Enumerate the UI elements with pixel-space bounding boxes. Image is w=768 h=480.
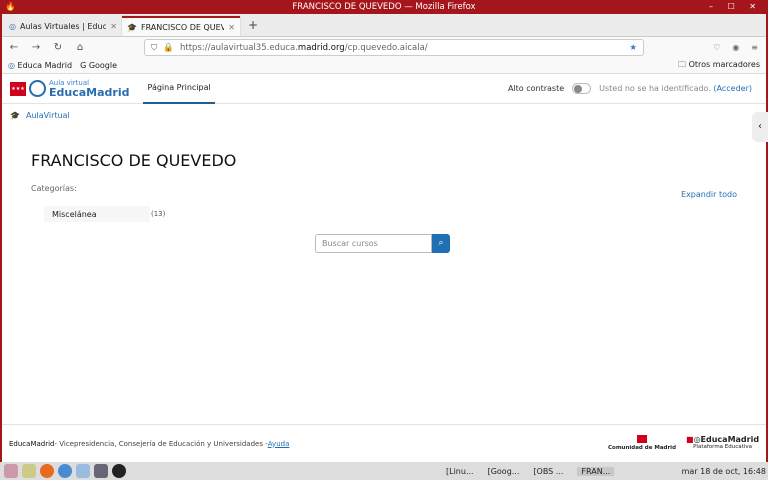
categories-label: Categorías: — [31, 184, 77, 193]
bookmarks-bar: ◎ Educa Madrid G Google 🗀 Otros marcador… — [2, 58, 766, 74]
globe-icon: ◎ — [9, 21, 16, 31]
graduation-cap-icon: 🎓 — [127, 22, 137, 32]
taskbar: [Linu... [Goog... [OBS ... FRAN... mar 1… — [0, 462, 768, 480]
home-icon[interactable]: ⌂ — [74, 42, 86, 53]
category-miscelanea[interactable]: Miscelánea — [44, 206, 150, 222]
expand-all-link[interactable]: Expandir todo — [681, 190, 737, 199]
notes-app-icon[interactable] — [22, 464, 36, 478]
account-icon[interactable]: ◉ — [732, 43, 739, 52]
task-linux[interactable]: [Linu... — [446, 467, 474, 476]
pocket-icon[interactable]: ♡ — [713, 43, 720, 52]
bookmark-star-icon[interactable]: ★ — [629, 43, 637, 53]
educamadrid-logo[interactable]: ★★★ Aula virtual EducaMadrid — [10, 79, 129, 98]
category-count: (13) — [151, 210, 166, 218]
contrast-toggle[interactable] — [572, 83, 592, 94]
login-link[interactable]: (Acceder) — [713, 84, 752, 93]
title-bar: 🔥 FRANCISCO DE QUEVEDO — Mozilla Firefox… — [0, 0, 768, 14]
back-icon[interactable]: ← — [8, 42, 20, 53]
window-title: FRANCISCO DE QUEVEDO — Mozilla Firefox — [292, 2, 476, 12]
course-search: Buscar cursos ⌕ — [315, 234, 450, 253]
bookmark-educa-madrid[interactable]: ◎ Educa Madrid — [8, 61, 72, 70]
educamadrid-emblem-icon — [29, 80, 46, 97]
task-google[interactable]: [Goog... — [488, 467, 520, 476]
footer: EducaMadrid - Vicepresidencia, Consejerí… — [2, 424, 766, 462]
search-icon: ⌕ — [438, 238, 444, 248]
close-icon[interactable]: ✕ — [228, 23, 235, 32]
tab-francisco[interactable]: 🎓FRANCISCO DE QUEVEDO✕ — [122, 16, 240, 36]
tab-aulas-virtuales[interactable]: ◎Aulas Virtuales | EducaMadrid✕ — [4, 16, 122, 36]
forward-icon[interactable]: → — [30, 42, 42, 53]
firefox-app-icon[interactable] — [40, 464, 54, 478]
terminal-app-icon[interactable] — [94, 464, 108, 478]
search-input[interactable]: Buscar cursos — [315, 234, 432, 253]
login-status: Usted no se ha identificado. — [599, 84, 711, 93]
lock-icon: 🔒 — [163, 42, 174, 53]
tab-bar: ◎Aulas Virtuales | EducaMadrid✕ 🎓FRANCIS… — [2, 14, 766, 36]
close-icon[interactable]: ✕ — [110, 22, 117, 31]
site-header: ★★★ Aula virtual EducaMadrid Página Princ… — [2, 74, 766, 104]
new-tab-button[interactable]: + — [240, 18, 266, 36]
address-bar[interactable]: ⛉ 🔒 https://aulavirtual35.educa.madrid.or… — [144, 39, 644, 56]
menu-app-icon[interactable] — [4, 464, 18, 478]
graduation-cap-icon: 🎓 — [10, 111, 20, 120]
menu-icon[interactable]: ≡ — [751, 43, 758, 52]
educamadrid-footer-logo[interactable]: ■◎EducaMadrid Plataforma Educativa — [686, 435, 759, 450]
task-obs[interactable]: [OBS ... — [533, 467, 563, 476]
madrid-flag-icon: ★★★ — [10, 81, 26, 96]
reload-icon[interactable]: ↻ — [52, 42, 64, 53]
page-title: FRANCISCO DE QUEVEDO — [31, 151, 237, 170]
clock[interactable]: mar 18 de oct, 16:48 — [682, 467, 766, 476]
shield-icon: ⛉ — [151, 42, 158, 53]
search-button[interactable]: ⌕ — [432, 234, 450, 253]
nav-pagina-principal[interactable]: Página Principal — [143, 74, 215, 104]
other-bookmarks[interactable]: 🗀 Otros marcadores — [678, 59, 760, 73]
chromium-app-icon[interactable] — [58, 464, 72, 478]
contrast-label: Alto contraste — [507, 84, 565, 93]
files-app-icon[interactable] — [76, 464, 90, 478]
bookmark-google[interactable]: G Google — [80, 61, 117, 70]
task-francisco[interactable]: FRAN... — [577, 466, 615, 476]
help-link[interactable]: Ayuda — [268, 440, 290, 448]
breadcrumb[interactable]: 🎓 AulaVirtual — [10, 111, 70, 120]
firefox-icon: 🔥 — [5, 2, 16, 12]
drawer-toggle[interactable]: ‹ — [752, 112, 768, 142]
comunidad-madrid-logo[interactable]: Comunidad de Madrid — [608, 435, 676, 451]
obs-app-icon[interactable] — [112, 464, 126, 478]
window-controls[interactable]: – ☐ ✕ — [709, 0, 762, 14]
